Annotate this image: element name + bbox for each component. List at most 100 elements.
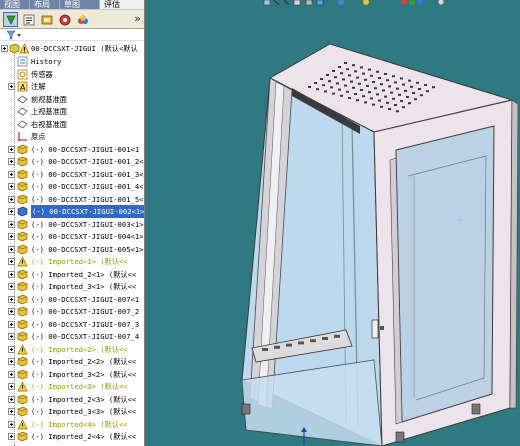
vent-hole — [328, 80, 331, 83]
expand-toggle-icon[interactable] — [8, 258, 15, 265]
expand-toggle-icon[interactable] — [8, 245, 15, 253]
tree-item[interactable]: 前视基准面 — [0, 93, 144, 106]
expand-toggle-icon[interactable] — [8, 233, 15, 240]
vent-hole — [408, 79, 411, 82]
expand-toggle-icon[interactable] — [8, 170, 15, 178]
part-icon — [17, 206, 28, 217]
tab-layout[interactable]: 布局 — [30, 0, 60, 9]
tree-item[interactable]: (-) 00-DCCSXT-JIGUI-002<1> — [0, 205, 144, 218]
tree-item[interactable]: (-) 00-DCCSXT-JIGUI-007_4 — [0, 330, 144, 343]
expand-toggle-icon[interactable] — [1, 45, 8, 52]
tree-item[interactable]: (-) 00-DCCSXT-JIGUI-001_5< — [0, 193, 144, 206]
part-icon — [17, 169, 28, 179]
expand-toggle-icon[interactable] — [8, 83, 15, 90]
expand-toggle-icon[interactable] — [8, 308, 15, 315]
tree-item[interactable]: (-) 00-DCCSXT-JIGUI-007_3 — [0, 318, 144, 331]
expand-toggle-icon[interactable] — [8, 383, 15, 390]
expand-toggle-icon[interactable] — [8, 345, 15, 353]
vent-hole — [368, 91, 371, 94]
tree-item[interactable]: (-) Imported_3<2> (默认<< — [0, 368, 144, 381]
tree-item[interactable]: (-) 00-DCCSXT-JIGUI-001_4< — [0, 180, 144, 193]
part-icon — [17, 356, 28, 367]
tree-item[interactable]: 传感器 — [0, 68, 144, 81]
tree-item[interactable]: (-) Imported<4> (默认<< — [0, 418, 144, 431]
tree-item[interactable]: (-) Imported_2<2> (默认<< — [0, 355, 144, 368]
tree-item[interactable]: (-) 00-DCCSXT-JIGUI-001<1 — [0, 143, 144, 156]
tree-item[interactable]: (-) Imported_2<4> (默认<< — [0, 430, 144, 443]
tray-slot — [298, 341, 304, 345]
tree-item[interactable]: (-) 00-DCCSXT-JIGUI-007_2 — [0, 305, 144, 318]
part-icon — [17, 144, 28, 154]
expand-toggle-icon[interactable] — [8, 158, 15, 165]
more-tabs-button[interactable]: » — [134, 12, 141, 26]
tree-item[interactable]: History — [0, 55, 144, 68]
part-icon — [17, 431, 28, 442]
graphics-viewport[interactable] — [146, 0, 520, 446]
display-manager-tab-button[interactable] — [75, 12, 90, 27]
tab-evaluate[interactable]: 评估 — [100, 0, 144, 9]
expand-toggle-icon[interactable] — [8, 358, 15, 365]
configuration-manager-tab-button[interactable] — [39, 12, 54, 27]
annotation-icon: A — [17, 81, 28, 92]
door-handle[interactable] — [371, 319, 379, 339]
expand-toggle-icon[interactable] — [8, 220, 15, 228]
expand-toggle-icon[interactable] — [8, 183, 15, 190]
tree-item-label: (-) 00-DCCSXT-JIGUI-001_5< — [31, 194, 144, 204]
part-icon — [17, 369, 28, 379]
warning-icon — [17, 256, 28, 267]
expand-toggle-icon[interactable] — [8, 370, 15, 378]
tree-item[interactable]: (-) 00-DCCSXT-JIGUI-005<1> — [0, 243, 144, 256]
tree-item[interactable]: (-) Imported<1> (默认<< — [0, 255, 144, 268]
expand-toggle-icon[interactable] — [8, 333, 15, 340]
filter-icon[interactable] — [6, 30, 22, 40]
warning-icon — [17, 418, 28, 429]
tab-sketch[interactable]: 草图 — [60, 0, 100, 9]
vent-hole — [400, 77, 403, 80]
expand-toggle-icon[interactable] — [8, 283, 15, 290]
vent-hole — [376, 70, 379, 73]
expand-toggle-icon[interactable] — [8, 145, 15, 153]
expand-toggle-icon[interactable] — [8, 270, 15, 278]
expand-toggle-icon[interactable] — [8, 295, 15, 303]
tree-item[interactable]: (-) Imported<3> (默认<< — [0, 380, 144, 393]
tree-item-label: (-) 00-DCCSXT-JIGUI-003<1> — [31, 219, 144, 229]
tree-item[interactable]: 原点 — [0, 130, 144, 143]
vent-hole — [396, 110, 399, 113]
tree-item[interactable]: (-) 00-DCCSXT-JIGUI-004<1> — [0, 230, 144, 243]
expand-toggle-icon[interactable] — [8, 433, 15, 440]
configuration-manager-icon — [41, 15, 53, 25]
server-cabinet-model[interactable] — [146, 0, 520, 446]
expand-toggle-icon[interactable] — [8, 420, 15, 428]
tree-item[interactable]: 上视基准面 — [0, 105, 144, 118]
plane-icon — [17, 107, 28, 116]
vent-hole — [362, 72, 365, 75]
tree-item[interactable]: A 注解 — [0, 80, 144, 93]
tree-root[interactable]: 00-DCCSXT-JIGUI (默认<默认 — [0, 42, 144, 55]
property-manager-tab-button[interactable] — [21, 12, 36, 27]
expand-toggle-icon[interactable] — [8, 195, 15, 203]
tree-item[interactable]: (-) 00-DCCSXT-JIGUI-001_3< — [0, 168, 144, 181]
expand-toggle-icon[interactable] — [8, 320, 15, 328]
tab-view[interactable]: 视图 — [0, 0, 30, 9]
tree-item[interactable]: 右视基准面 — [0, 118, 144, 131]
tree-item[interactable]: (-) Imported_3<3> (默认<< — [0, 405, 144, 418]
tree-item[interactable]: (-) Imported<2> (默认<< — [0, 343, 144, 356]
part-icon — [17, 269, 28, 279]
expand-toggle-icon[interactable] — [8, 208, 15, 215]
part-icon — [17, 331, 28, 342]
expand-toggle-icon[interactable] — [8, 395, 15, 403]
tree-item[interactable]: (-) 00-DCCSXT-JIGUI-007<1 — [0, 293, 144, 306]
expand-toggle-icon[interactable] — [8, 408, 15, 415]
part-icon — [17, 306, 28, 317]
tree-item[interactable]: (-) Imported_3<1> (默认<< — [0, 280, 144, 293]
tree-item-label: (-) 00-DCCSXT-JIGUI-001<1 — [31, 144, 140, 154]
vent-hole — [400, 100, 403, 102]
tree-item[interactable]: (-) Imported_2<1> (默认<< — [0, 268, 144, 281]
tree-item-label: (-) Imported_3<3> (默认<< — [31, 407, 137, 416]
dimxpert-manager-tab-button[interactable] — [57, 12, 72, 27]
tree-item[interactable]: (-) Imported_2<3> (默认<< — [0, 393, 144, 406]
feature-manager-tab-button[interactable] — [3, 12, 18, 27]
tree-item[interactable]: (-) 00-DCCSXT-JIGUI-001_2< — [0, 155, 144, 168]
tree-item[interactable]: (-) 00-DCCSXT-JIGUI-003<1> — [0, 218, 144, 231]
vent-hole — [350, 80, 353, 83]
